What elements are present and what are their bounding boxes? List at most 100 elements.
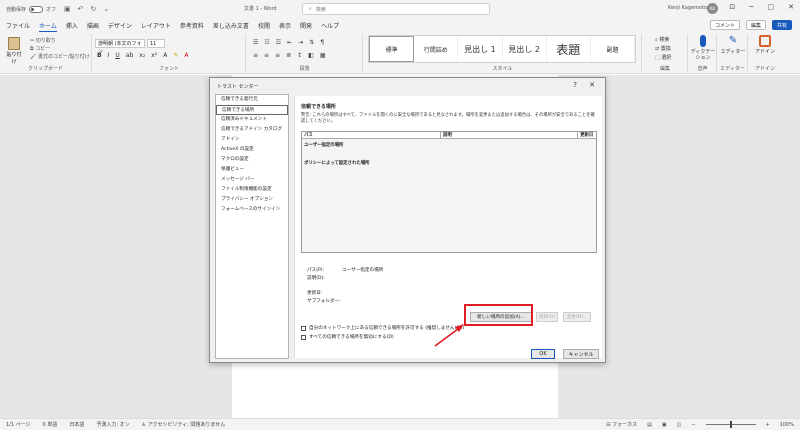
maximize-icon[interactable]: ▢ xyxy=(768,3,775,11)
zoom-slider[interactable] xyxy=(705,421,756,428)
sort-icon[interactable]: ⇅ xyxy=(309,39,314,46)
highlight-icon[interactable]: ✎ xyxy=(173,52,178,59)
column-modified[interactable]: 更新日 xyxy=(578,132,596,138)
ribbon-display-icon[interactable]: ⊡ xyxy=(729,3,735,11)
decrease-indent-icon[interactable]: ⇤ xyxy=(287,39,292,46)
strikethrough-icon[interactable]: ab xyxy=(126,52,134,59)
tab-item[interactable]: レイアウト xyxy=(141,21,171,32)
italic-icon[interactable]: I xyxy=(108,52,110,59)
select-button[interactable]: ⬚ 選択 xyxy=(655,54,671,63)
nav-item[interactable]: プライバシー オプション xyxy=(216,195,288,205)
bold-icon[interactable]: B xyxy=(97,52,102,59)
underline-icon[interactable]: U xyxy=(115,52,119,59)
style-item[interactable]: 見出し 1 xyxy=(458,36,503,62)
style-item[interactable]: 副題 xyxy=(591,36,636,62)
print-layout-icon[interactable]: ▣ xyxy=(662,422,667,428)
nav-item[interactable]: ActiveX の設定 xyxy=(216,145,288,155)
subscript-icon[interactable]: x₂ xyxy=(139,52,145,59)
nav-item[interactable]: 保護ビュー xyxy=(216,165,288,175)
undo-icon[interactable]: ↶ xyxy=(78,5,84,13)
increase-indent-icon[interactable]: ⇥ xyxy=(298,39,303,46)
tab-item[interactable]: ホーム xyxy=(39,21,57,32)
nav-item[interactable]: 信頼できる場所 xyxy=(216,105,288,115)
focus-button[interactable]: ⊟ フォーカス xyxy=(606,421,637,428)
tab-item[interactable]: デザイン xyxy=(108,21,132,32)
addins-button[interactable]: アドイン xyxy=(750,35,780,55)
align-left-icon[interactable]: ≡ xyxy=(253,52,258,59)
share-button[interactable]: 共有 xyxy=(771,20,792,30)
style-item[interactable]: 表題 xyxy=(547,36,591,62)
close-icon[interactable]: ✕ xyxy=(788,3,794,11)
tab-item[interactable]: 描画 xyxy=(87,21,99,32)
pilcrow-icon[interactable]: ¶ xyxy=(320,39,324,46)
text-effect-icon[interactable]: A xyxy=(163,52,167,59)
tab-item[interactable]: 表示 xyxy=(279,21,291,32)
autosave-toggle[interactable] xyxy=(29,5,44,13)
nav-item[interactable]: マクロの設定 xyxy=(216,155,288,165)
replace-button[interactable]: ⇄ 置換 xyxy=(655,45,671,54)
text-prediction[interactable]: 予測入力: オン xyxy=(96,421,129,428)
cut-button[interactable]: ✂ 切り取り xyxy=(30,37,90,45)
nav-item[interactable]: アドイン xyxy=(216,135,288,145)
tab-item[interactable]: 開発 xyxy=(300,21,312,32)
checkbox-box[interactable] xyxy=(301,325,306,331)
ok-button[interactable]: OK xyxy=(531,349,555,359)
bullets-icon[interactable]: ☰ xyxy=(253,39,258,46)
nav-item[interactable]: フォームベースのサインイン xyxy=(216,205,288,215)
zoom-level[interactable]: 100% xyxy=(780,422,794,428)
font-name-select[interactable]: 游明朝 (本文のフォン xyxy=(95,39,145,55)
font-size-select[interactable]: 11 xyxy=(147,39,165,48)
remove-button[interactable]: 削除(R) xyxy=(536,312,558,322)
paste-button[interactable]: 貼り付け xyxy=(6,37,22,65)
dictate-button[interactable]: ディクテーション xyxy=(690,35,716,61)
language[interactable]: 日本語 xyxy=(69,421,84,428)
align-right-icon[interactable]: ≡ xyxy=(275,52,280,59)
checkbox-box[interactable] xyxy=(301,334,306,340)
read-mode-icon[interactable]: ▤ xyxy=(647,422,652,428)
align-center-icon[interactable]: ≡ xyxy=(264,52,269,59)
tab-item[interactable]: 挿入 xyxy=(66,21,78,32)
allow-network-checkbox[interactable]: 自分のネットワーク上にある信頼できる場所を許可する (推奨しません)(W) xyxy=(301,325,464,331)
column-description[interactable]: 説明 xyxy=(441,132,579,138)
comment-button[interactable]: コメント xyxy=(709,20,740,30)
superscript-icon[interactable]: x² xyxy=(151,52,157,59)
save-icon[interactable]: ▣ xyxy=(64,5,71,13)
find-button[interactable]: ⌕ 検索 xyxy=(655,36,671,45)
word-count[interactable]: 0 単語 xyxy=(43,421,58,428)
minimize-icon[interactable]: ─ xyxy=(749,3,753,11)
cancel-button[interactable]: キャンセル xyxy=(563,349,599,359)
zoom-in-icon[interactable]: + xyxy=(766,422,770,428)
editing-mode-button[interactable]: 編集 xyxy=(745,20,766,30)
help-icon[interactable]: ? xyxy=(573,81,577,89)
nav-item[interactable]: ファイル制限機能の設定 xyxy=(216,185,288,195)
style-item[interactable]: 標準 xyxy=(369,36,415,62)
disable-all-checkbox[interactable]: すべての信頼できる場所を無効にする(D) xyxy=(301,334,394,340)
page-count[interactable]: 1/1 ページ xyxy=(6,421,31,428)
shading-icon[interactable]: ◧ xyxy=(308,52,314,59)
tab-item[interactable]: ファイル xyxy=(6,21,30,32)
avatar[interactable]: KK xyxy=(707,3,718,14)
numbering-icon[interactable]: ☷ xyxy=(264,39,269,46)
chevron-down-icon[interactable]: ⌄ xyxy=(103,5,109,13)
editor-button[interactable]: ✎ エディター xyxy=(719,35,747,55)
multilevel-icon[interactable]: ☲ xyxy=(276,39,281,46)
format-painter-button[interactable]: 🖌 書式のコピー/貼り付け xyxy=(30,53,90,61)
modify-button[interactable]: 変更(M)... xyxy=(563,312,591,322)
style-item[interactable]: 行間詰め xyxy=(414,36,459,62)
nav-item[interactable]: 信頼できるアドイン カタログ xyxy=(216,125,288,135)
autosave-control[interactable]: 自動保存 オフ xyxy=(6,5,56,13)
accessibility-status[interactable]: ♿ アクセシビリティ: 問題ありません xyxy=(142,421,226,428)
column-path[interactable]: パス xyxy=(302,132,442,138)
web-layout-icon[interactable]: ◫ xyxy=(677,422,682,428)
copy-button[interactable]: ⧉ コピー xyxy=(30,45,90,53)
close-icon[interactable]: ✕ xyxy=(589,81,595,89)
search-input[interactable]: ⌕ 検索 xyxy=(302,3,490,15)
justify-icon[interactable]: ≣ xyxy=(286,52,291,59)
tab-item[interactable]: 校閲 xyxy=(258,21,270,32)
nav-item[interactable]: 信頼できる発行元 xyxy=(216,95,288,105)
line-spacing-icon[interactable]: ↕ xyxy=(297,52,302,59)
tab-item[interactable]: 差し込み文書 xyxy=(213,21,249,32)
tab-item[interactable]: ヘルプ xyxy=(321,21,339,32)
font-color-icon[interactable]: A xyxy=(184,52,188,59)
nav-item[interactable]: メッセージ バー xyxy=(216,175,288,185)
